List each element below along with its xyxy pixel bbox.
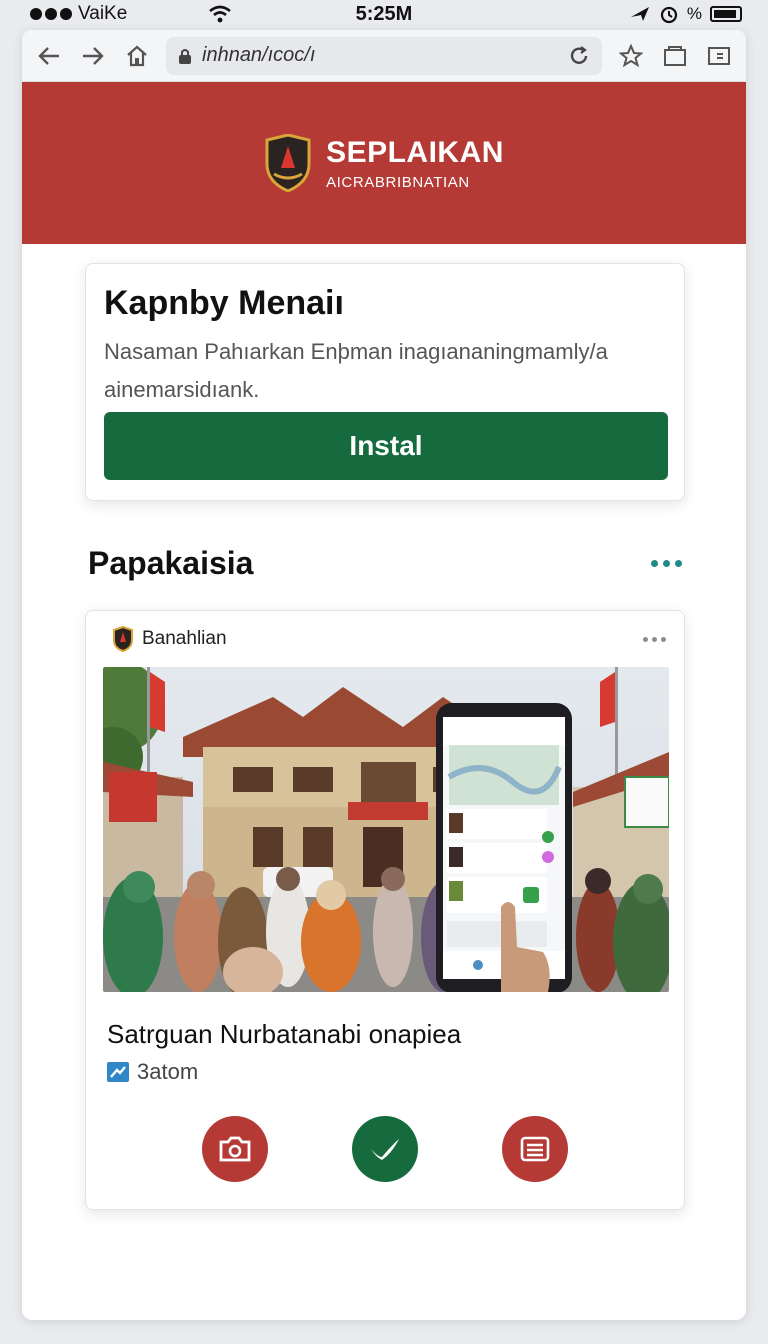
feed-meta-text: 3atom bbox=[137, 1059, 199, 1084]
status-left: VaiKe bbox=[30, 3, 232, 25]
install-description: Nasaman Pahıarkan Enþman inagıananingmam… bbox=[104, 339, 608, 402]
section-title: Papakaisia bbox=[88, 545, 254, 581]
menu-icon bbox=[708, 46, 730, 65]
signal-icon bbox=[30, 8, 72, 20]
back-button[interactable] bbox=[34, 41, 64, 71]
feed-title[interactable]: Satrguan Nurbatanabi onapiea bbox=[107, 1019, 461, 1050]
feed-photo-illustration bbox=[103, 667, 669, 992]
bookmark-button[interactable] bbox=[616, 41, 646, 71]
alarm-icon bbox=[660, 6, 677, 24]
header-subtitle: AICRABRIBNATIAN bbox=[326, 173, 470, 191]
feed-source[interactable]: Banahlian bbox=[112, 626, 227, 652]
status-bar: VaiKe 5:25M % bbox=[0, 0, 768, 28]
wifi-icon bbox=[209, 5, 232, 23]
status-right: % bbox=[629, 4, 742, 24]
action-row bbox=[86, 1116, 686, 1184]
install-button[interactable]: Instal bbox=[104, 412, 668, 480]
feed-header: Banahlian bbox=[86, 611, 684, 667]
install-title: Kapnby Menaiı bbox=[104, 284, 344, 322]
install-card: Kapnby Menaiı Nasaman Pahıarkan Enþman i… bbox=[85, 263, 685, 501]
confirm-button[interactable] bbox=[352, 1116, 418, 1182]
carrier-name: VaiKe bbox=[78, 3, 128, 24]
star-icon bbox=[619, 43, 643, 67]
section-more-icon[interactable] bbox=[651, 560, 682, 567]
document-icon bbox=[520, 1136, 550, 1162]
feed-card: Banahlian Satrguan Nurbatanabi onapiea 3… bbox=[85, 610, 685, 1210]
lock-icon bbox=[179, 48, 191, 64]
browser-window: inhnan/ıcoc/ı SEPLAIKAN AICRABRIBNATIAN … bbox=[22, 30, 746, 1320]
tabs-button[interactable] bbox=[660, 41, 690, 71]
back-arrow-icon bbox=[38, 46, 59, 65]
battery-percent: % bbox=[686, 4, 702, 23]
camera-button[interactable] bbox=[202, 1116, 268, 1182]
feed-more-icon[interactable] bbox=[643, 636, 666, 642]
shield-logo-icon bbox=[265, 134, 311, 192]
forward-arrow-icon bbox=[83, 46, 104, 65]
home-icon bbox=[127, 45, 147, 66]
feed-photo bbox=[103, 667, 669, 992]
menu-button[interactable] bbox=[704, 41, 734, 71]
feed-source-name: Banahlian bbox=[142, 628, 227, 649]
forward-button[interactable] bbox=[78, 41, 108, 71]
status-time: 5:25M bbox=[355, 2, 413, 25]
browser-toolbar: inhnan/ıcoc/ı bbox=[22, 30, 746, 82]
feed-meta: 3atom bbox=[107, 1059, 198, 1085]
header-title: SEPLAIKAN bbox=[326, 135, 504, 169]
reload-icon[interactable] bbox=[568, 45, 590, 67]
trend-icon bbox=[107, 1062, 129, 1082]
source-logo-icon bbox=[113, 626, 133, 652]
home-button[interactable] bbox=[122, 41, 152, 71]
site-header: SEPLAIKAN AICRABRIBNATIAN bbox=[22, 82, 746, 244]
section-header: Papakaisia bbox=[88, 545, 682, 582]
address-bar[interactable]: inhnan/ıcoc/ı bbox=[166, 36, 602, 75]
header-text: SEPLAIKAN AICRABRIBNATIAN bbox=[326, 136, 504, 191]
document-button[interactable] bbox=[502, 1116, 568, 1182]
tabs-icon bbox=[664, 45, 686, 66]
check-icon bbox=[371, 1139, 399, 1160]
battery-icon bbox=[710, 6, 742, 22]
url-text: inhnan/ıcoc/ı bbox=[202, 44, 316, 66]
location-icon bbox=[630, 7, 649, 21]
camera-icon bbox=[219, 1136, 251, 1162]
